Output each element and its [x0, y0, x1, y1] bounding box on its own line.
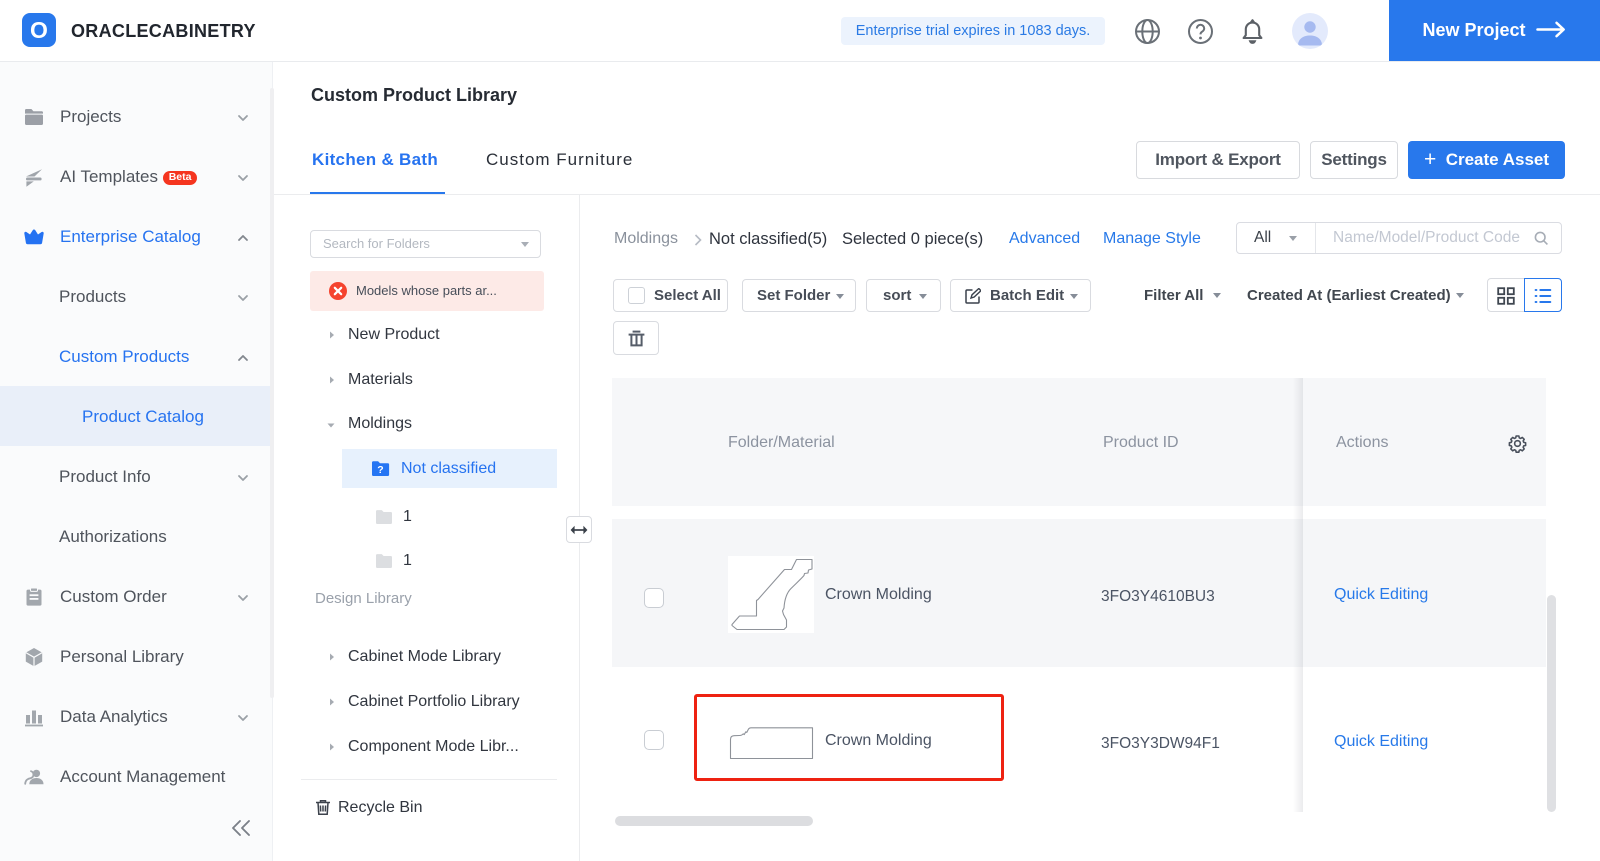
svg-text:?: ?: [377, 464, 383, 476]
